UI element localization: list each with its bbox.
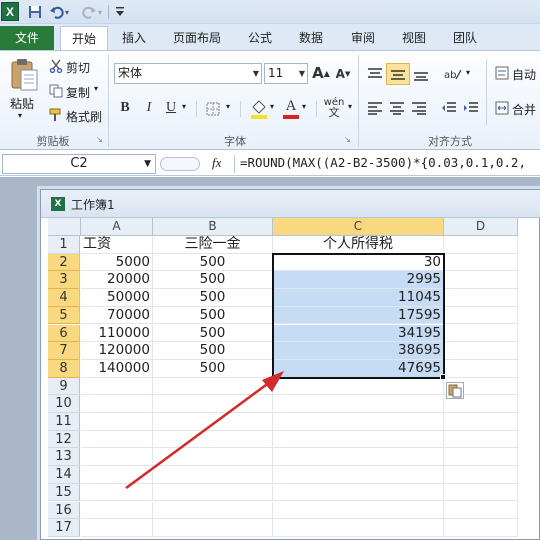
- red-arrow-annotation: [125, 371, 284, 490]
